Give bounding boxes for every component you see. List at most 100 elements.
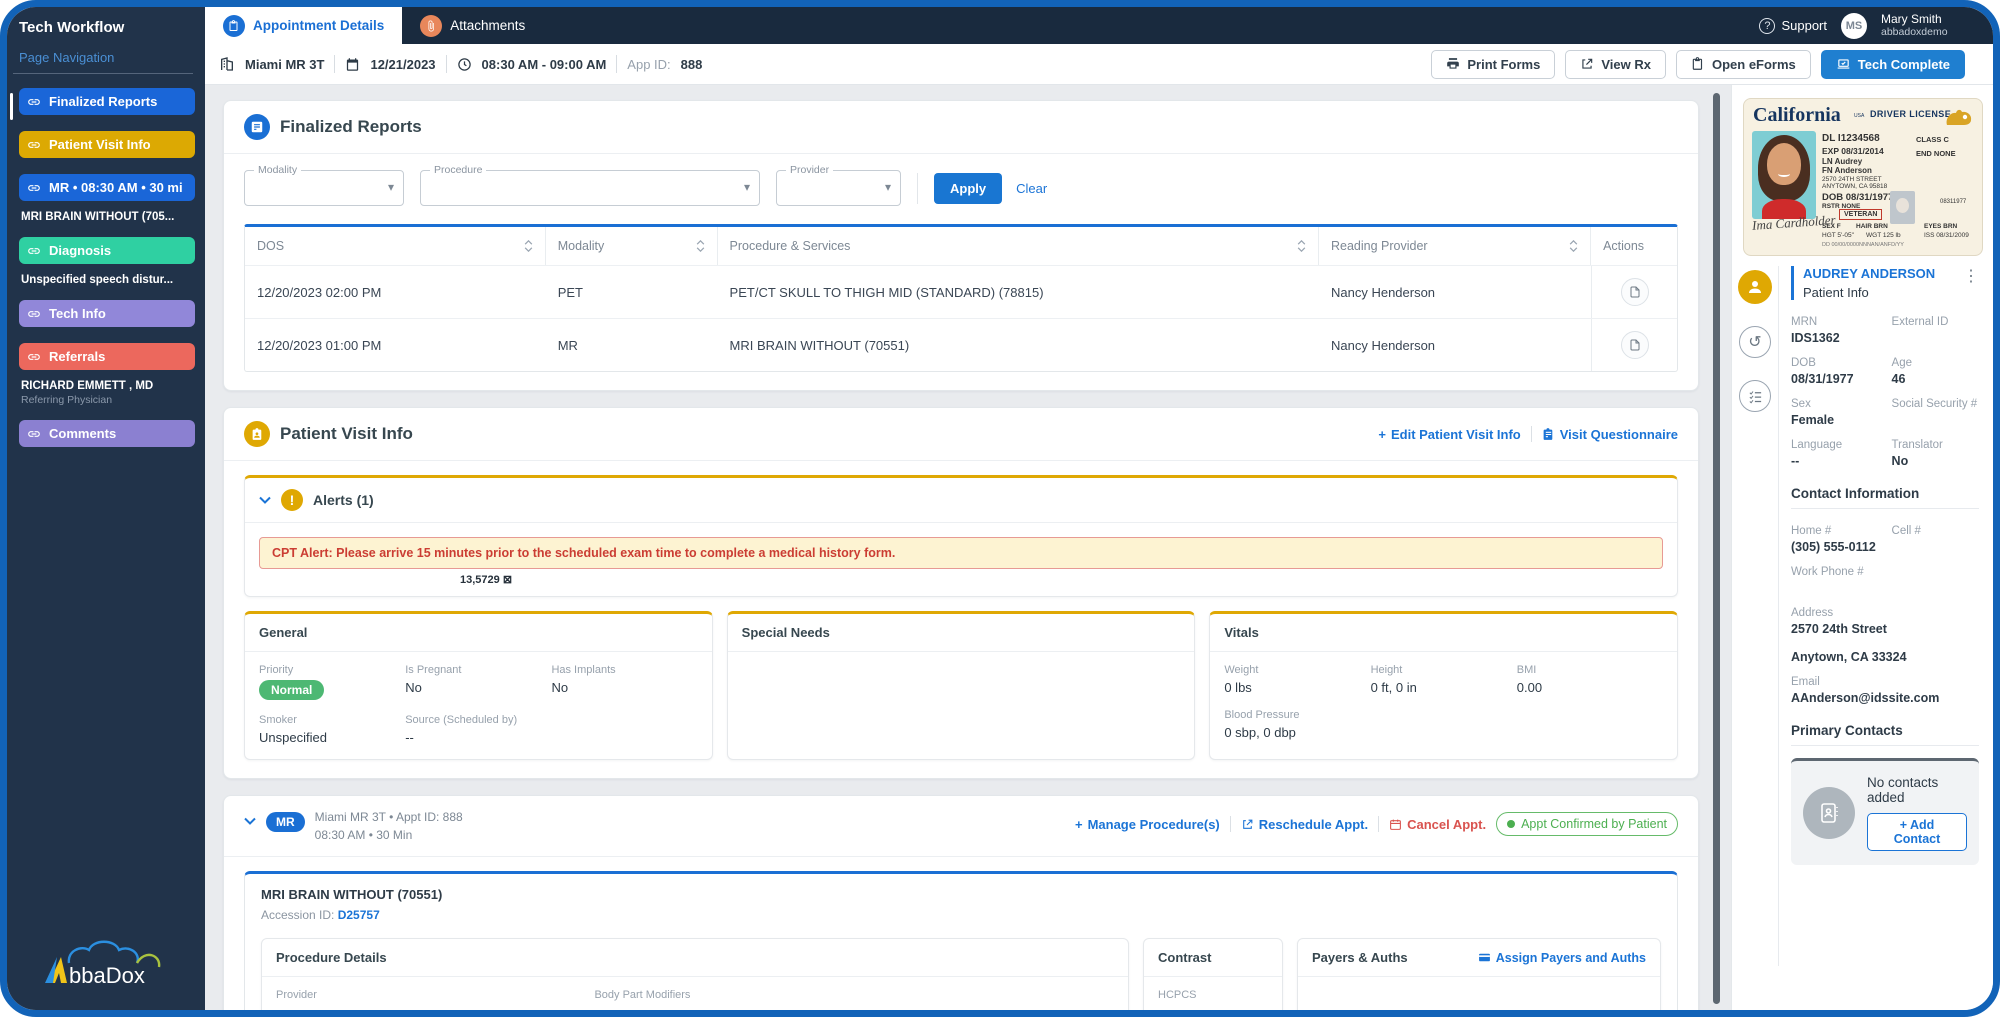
modality-select[interactable]: Modality ▾ [244, 164, 404, 206]
checklist-icon[interactable] [1739, 380, 1771, 412]
filter-actions: Apply Clear [917, 172, 1047, 204]
link-icon [28, 430, 40, 437]
license-eyes: EYES BRN [1924, 223, 1958, 230]
chevron-down-icon[interactable] [244, 817, 256, 825]
avatar[interactable]: MS [1841, 12, 1867, 39]
license-exp: EXP 08/31/2014 [1822, 146, 1884, 156]
external-link-icon [1242, 819, 1253, 829]
add-contact-button[interactable]: + Add Contact [1867, 813, 1967, 851]
card-title: Payers & Auths [1312, 950, 1408, 965]
chevron-down-icon: ▾ [884, 180, 891, 194]
visit-questionnaire-link[interactable]: Visit Questionnaire [1542, 427, 1678, 442]
divider [616, 55, 618, 73]
patient-name-link[interactable]: AUDREY ANDERSON [1803, 266, 1935, 281]
appointment-line1: Miami MR 3T • Appt ID: 888 [314, 810, 463, 824]
appointment-info: Miami MR 3T 12/21/2023 08:30 AM - 09:00 … [219, 55, 702, 73]
alerts-card: ! Alerts (1) CPT Alert: Please arrive 15… [244, 475, 1678, 597]
field-label: Language [1791, 439, 1843, 451]
cancel-appt-link[interactable]: Cancel Appt. [1389, 817, 1486, 832]
sidebar-item-tech-info[interactable]: Tech Info [19, 300, 195, 327]
patient-icon[interactable] [1738, 270, 1772, 304]
special-needs-card: Special Needs [726, 611, 1196, 760]
appointment-actions: + Manage Procedure(s) Reschedule Appt. C… [1075, 812, 1678, 836]
print-forms-button[interactable]: Print Forms [1431, 49, 1556, 79]
accession-link[interactable]: D25757 [338, 908, 380, 922]
field-value: (305) 555-0112 [1791, 540, 1876, 554]
column-header-dos[interactable]: DOS [245, 227, 546, 265]
apply-button[interactable]: Apply [934, 172, 1003, 204]
view-report-button[interactable] [1620, 278, 1649, 306]
link-icon [28, 310, 40, 317]
finalized-reports-section: Finalized Reports Modality ▾ Procedure ▾… [223, 100, 1699, 391]
sidebar-item-diagnosis[interactable]: Diagnosis [19, 237, 195, 264]
card-icon [1478, 953, 1490, 962]
alert-footnote: 13,5729 ⊠ [460, 574, 513, 586]
field-value: IDS1362 [1791, 331, 1840, 345]
view-report-button[interactable] [1620, 331, 1649, 359]
alerts-header: ! Alerts (1) [245, 478, 1677, 523]
sidebar-item-patient-visit-info[interactable]: Patient Visit Info [19, 131, 195, 158]
tech-complete-button[interactable]: Tech Complete [1820, 49, 1965, 79]
manage-procedures-link[interactable]: + Manage Procedure(s) [1075, 817, 1220, 832]
license-veteran: VETERAN [1839, 209, 1883, 220]
column-header-reading-provider[interactable]: Reading Provider [1319, 227, 1592, 265]
view-rx-button[interactable]: View Rx [1565, 49, 1666, 79]
field-value: 0.00 [1516, 680, 1543, 695]
contact-information-title: Contact Information [1791, 486, 1979, 509]
procedure-select[interactable]: Procedure ▾ [420, 164, 760, 206]
document-icon [1630, 286, 1640, 298]
header-label: Reading Provider [1330, 239, 1428, 253]
license-photo [1752, 131, 1816, 219]
clear-button[interactable]: Clear [1016, 181, 1047, 196]
table-header-row: DOS Modality Procedure & Services Readin… [245, 227, 1677, 265]
license-address2: ANYTOWN, CA 95818 [1822, 183, 1888, 190]
sidebar-item-comments[interactable]: Comments [19, 420, 195, 447]
field-label: Height [1370, 664, 1403, 676]
main-content: Finalized Reports Modality ▾ Procedure ▾… [205, 85, 1717, 1010]
card-title: Special Needs [727, 614, 1195, 652]
column-header-procedure[interactable]: Procedure & Services [718, 227, 1319, 265]
kebab-menu-icon[interactable]: ⋮ [1963, 266, 1979, 300]
column-header-modality[interactable]: Modality [546, 227, 718, 265]
field-value: 0 sbp, 0 dbp [1224, 725, 1296, 740]
user-info[interactable]: Mary Smith abbadoxdemo [1881, 13, 1965, 39]
printer-icon [1447, 58, 1460, 69]
finalized-reports-header: Finalized Reports [224, 101, 1698, 154]
tab-appointment-details[interactable]: Appointment Details [205, 7, 403, 44]
vertical-scrollbar[interactable] [1713, 93, 1720, 1004]
field-label: Age [1891, 357, 1913, 369]
sidebar-item-referrals[interactable]: Referrals [19, 343, 195, 370]
column-header-actions: Actions [1591, 227, 1677, 265]
field-label: Source (Scheduled by) [405, 714, 518, 726]
provider-select[interactable]: Provider ▾ [776, 164, 901, 206]
chevron-down-icon[interactable] [259, 496, 271, 504]
source-field: Source (Scheduled by) -- [405, 714, 551, 745]
tab-attachments[interactable]: Attachments [402, 7, 543, 44]
support-button[interactable]: ? Support [1759, 17, 1827, 34]
contact-card-icon [1803, 787, 1855, 839]
cell-dos: 12/20/2023 01:00 PM [257, 337, 382, 353]
link-label: Visit Questionnaire [1559, 426, 1678, 442]
button-label: View Rx [1601, 56, 1651, 72]
field-label: BMI [1516, 664, 1537, 676]
field-value: 46 [1891, 372, 1906, 386]
history-icon[interactable]: ↺ [1739, 326, 1771, 358]
license-hgt: HGT 5'-05" [1822, 232, 1854, 239]
edit-patient-visit-link[interactable]: + Edit Patient Visit Info [1378, 427, 1520, 442]
link-icon [28, 353, 40, 360]
assign-payers-link[interactable]: Assign Payers and Auths [1478, 951, 1646, 965]
open-eforms-button[interactable]: Open eForms [1675, 49, 1811, 79]
user-name: Mary Smith [1881, 12, 1942, 26]
select-label: Procedure [430, 164, 487, 176]
field-label: Cell # [1891, 525, 1921, 537]
chevron-down-icon: ▾ [387, 180, 394, 194]
sidebar-item-finalized-reports[interactable]: Finalized Reports [19, 88, 195, 115]
field-label: DOB [1791, 357, 1816, 369]
link-icon [28, 247, 40, 254]
reschedule-appt-link[interactable]: Reschedule Appt. [1241, 817, 1368, 832]
procedure-card: MRI BRAIN WITHOUT (70551) Accession ID: … [244, 871, 1678, 1010]
id-badge-icon [244, 421, 270, 447]
sidebar-item-mr-appointment[interactable]: MR • 08:30 AM • 30 mi [19, 174, 195, 201]
report-filters: Modality ▾ Procedure ▾ Provider ▾ Apply … [224, 154, 1698, 220]
field-value: Anytown, CA 33324 [1791, 650, 1907, 664]
